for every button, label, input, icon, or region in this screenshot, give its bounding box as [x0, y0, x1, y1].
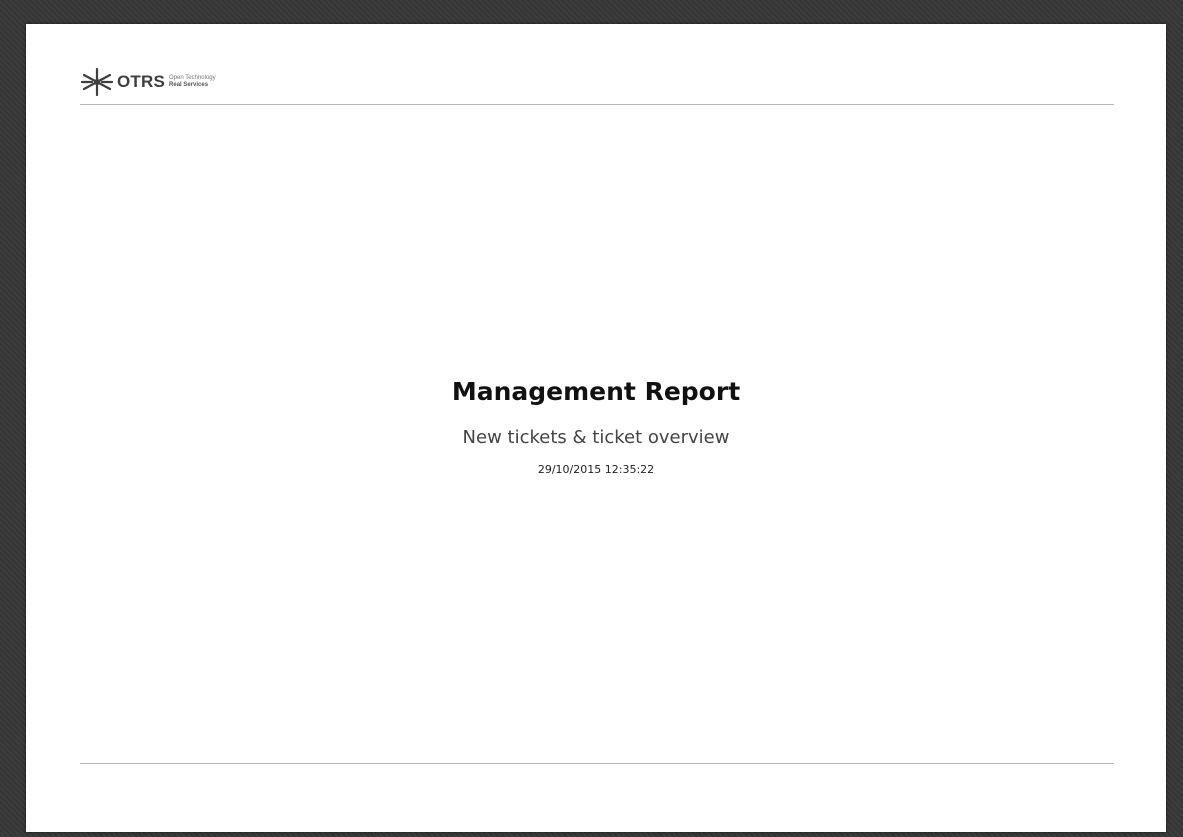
logo-tagline-line1: Open Technology: [169, 75, 216, 81]
footer-divider: [80, 763, 1114, 764]
report-title: Management Report: [451, 377, 741, 406]
report-page: OTRS Open Technology Real Services Manag…: [26, 24, 1166, 832]
report-subtitle: New tickets & ticket overview: [462, 427, 730, 448]
otrs-star-icon: [80, 67, 114, 97]
report-timestamp: 29/10/2015 12:35:22: [537, 463, 655, 476]
logo-tagline: Open Technology Real Services: [169, 75, 216, 89]
cover-block: Management Report New tickets & ticket o…: [26, 376, 1166, 477]
logo-brand: OTRS: [117, 72, 166, 91]
logo-tagline-line2: Real Services: [169, 82, 209, 88]
otrs-logo: OTRS Open Technology Real Services: [80, 66, 216, 98]
header-divider: [80, 104, 1114, 105]
